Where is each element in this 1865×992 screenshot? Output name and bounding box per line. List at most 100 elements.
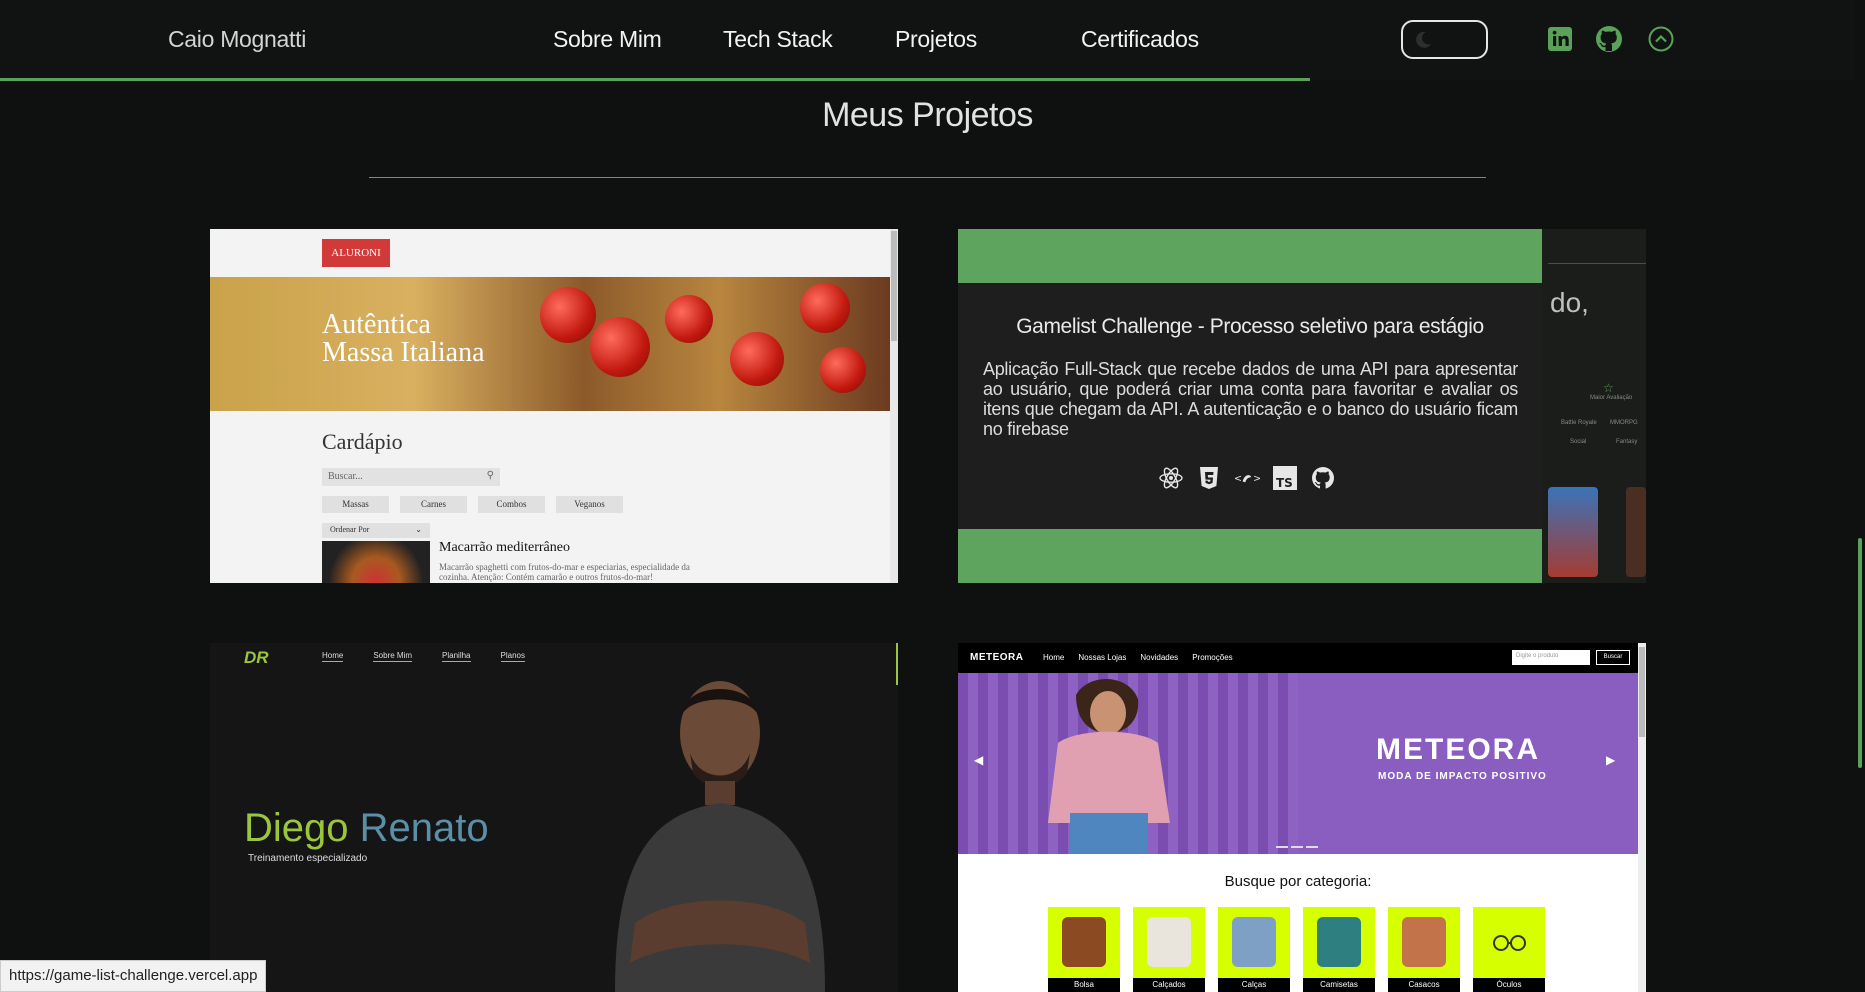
banner-photo xyxy=(958,673,1298,854)
html5-icon xyxy=(1200,467,1218,489)
trainer-first-name: Diego xyxy=(244,806,349,850)
category-label: Óculos xyxy=(1473,978,1545,992)
scroll-progress-bar xyxy=(0,78,1310,81)
preview-tag: MMORPG xyxy=(1610,420,1638,426)
page-scrollbar-thumb[interactable] xyxy=(1858,538,1862,768)
github-icon[interactable] xyxy=(1594,24,1624,54)
nav-link-sobre-mim[interactable]: Sobre Mim xyxy=(553,26,683,53)
trainer-photo xyxy=(615,681,825,992)
arrow-up-circle-icon[interactable] xyxy=(1646,24,1676,54)
preview-banner: METEORA MODA DE IMPACTO POSITIVO ◀ ▶ xyxy=(958,673,1638,854)
preview-tag: Fantasy xyxy=(1616,439,1638,445)
menu-heading: Cardápio xyxy=(322,429,403,454)
preview-search-input: Digite o produto xyxy=(1512,650,1590,665)
linkedin-icon[interactable] xyxy=(1545,24,1575,54)
page-scrollbar[interactable] xyxy=(1855,0,1865,992)
preview-nav: Home Sobre Mim Planilha Planos xyxy=(322,651,555,662)
trainer-name: Diego Renato xyxy=(244,806,489,851)
carousel-next-icon: ▶ xyxy=(1606,753,1616,767)
styled-components-icon: < > xyxy=(1234,473,1260,484)
brand-name[interactable]: Caio Mognatti xyxy=(168,26,306,53)
category-list: Bolsa Calçados Calças Camisetas Casacos … xyxy=(1048,907,1545,992)
order-by-label: Ordenar Por xyxy=(330,525,370,534)
dish-name: Macarrão mediterrâneo xyxy=(439,540,570,555)
theme-toggle[interactable] xyxy=(1401,20,1488,59)
status-bar-url: https://game-list-challenge.vercel.app xyxy=(0,960,267,992)
trainer-tagline: Treinamento especializado xyxy=(248,853,368,864)
category-card: Óculos xyxy=(1473,907,1545,992)
category-card: Bolsa xyxy=(1048,907,1120,992)
banner-subtitle: MODA DE IMPACTO POSITIVO xyxy=(1378,771,1547,782)
preview-tag: Social xyxy=(1570,439,1587,445)
dish-description: Macarrão spaghetti com frutos-do-mar e e… xyxy=(439,562,690,582)
project-card-aluroni[interactable]: ALURONI Autêntica Massa Italiana Cardápi… xyxy=(210,229,898,583)
top-navbar: Caio Mognatti Sobre Mim Tech Stack Proje… xyxy=(0,0,1865,80)
filter-chip: Combos xyxy=(478,496,545,513)
preview-nav-item: Promoções xyxy=(1192,653,1233,662)
category-card: Camisetas xyxy=(1303,907,1375,992)
svg-text:<: < xyxy=(1234,473,1242,484)
category-label: Calçados xyxy=(1133,978,1205,992)
overlay-band-bottom xyxy=(958,529,1542,583)
filter-chip: Massas xyxy=(322,496,389,513)
svg-text:>: > xyxy=(1253,473,1260,484)
dish-image xyxy=(322,541,430,583)
react-icon xyxy=(1159,467,1183,489)
preview-nav-item: Planos xyxy=(500,651,525,662)
preview-scrollbar xyxy=(890,229,898,583)
nav-link-tech-stack[interactable]: Tech Stack xyxy=(723,26,855,53)
hero-title: Autêntica Massa Italiana xyxy=(322,311,485,367)
nav-link-projetos[interactable]: Projetos xyxy=(895,26,1041,53)
category-card: Calçados xyxy=(1133,907,1205,992)
meteora-logo: METEORA xyxy=(970,652,1024,663)
hero-line-2: Massa Italiana xyxy=(322,337,485,368)
preview-game-poster xyxy=(1626,487,1646,577)
star-icon: ☆ xyxy=(1603,381,1614,395)
categories-heading: Busque por categoria: xyxy=(1224,873,1372,890)
preview-nav-item: Home xyxy=(1043,653,1065,662)
preview-scrollbar xyxy=(1638,643,1646,992)
project-title: Gamelist Challenge - Processo seletivo p… xyxy=(1016,315,1484,338)
filter-chip: Veganos xyxy=(556,496,623,513)
search-icon: ⚲ xyxy=(486,470,494,481)
typescript-icon: TS xyxy=(1273,466,1297,490)
carousel-prev-icon: ◀ xyxy=(974,753,984,767)
preview-nav-item: Planilha xyxy=(442,651,471,662)
category-label: Calças xyxy=(1218,978,1290,992)
menu-search-placeholder: Buscar... xyxy=(328,471,363,482)
preview-peek-text: do, xyxy=(1550,287,1589,318)
preview-game-poster xyxy=(1548,487,1598,577)
dr-logo: DR xyxy=(244,648,269,667)
preview-search-button: Buscar xyxy=(1596,650,1630,665)
section-title: Meus Projetos xyxy=(822,96,1033,134)
overlay-band-top xyxy=(958,229,1542,283)
preview-nav-item: Nossas Lojas xyxy=(1078,653,1127,662)
category-label: Bolsa xyxy=(1048,978,1120,992)
project-card-diego-renato[interactable]: DR Home Sobre Mim Planilha Planos Diego … xyxy=(210,643,898,992)
chevron-down-icon: ⌄ xyxy=(415,525,422,534)
project-card-gamelist[interactable]: do, ☆ Maior Avaliação Battle Royale MMOR… xyxy=(958,229,1646,583)
preview-tag: Battle Royale xyxy=(1561,420,1597,426)
category-card: Casacos xyxy=(1388,907,1460,992)
category-label: Casacos xyxy=(1388,978,1460,992)
aluroni-logo: ALURONI xyxy=(322,239,390,267)
moon-icon xyxy=(1416,31,1431,48)
svg-text:TS: TS xyxy=(1276,476,1293,490)
nav-link-certificados[interactable]: Certificados xyxy=(1081,26,1199,53)
filter-chip: Carnes xyxy=(400,496,467,513)
carousel-indicators xyxy=(1276,846,1318,848)
preview-rating-label: Maior Avaliação xyxy=(1590,395,1633,401)
banner-title: METEORA xyxy=(1376,733,1540,766)
tech-icons: < > TS xyxy=(1158,465,1336,491)
project-card-meteora[interactable]: METEORA Home Nossas Lojas Novidades Prom… xyxy=(958,643,1646,992)
category-label: Camisetas xyxy=(1303,978,1375,992)
hero-line-1: Autêntica xyxy=(322,309,431,340)
hero-banner xyxy=(210,277,890,411)
order-by-select: Ordenar Por ⌄ xyxy=(322,523,430,538)
preview-nav-item: Home xyxy=(322,651,344,662)
github-icon xyxy=(1312,467,1334,489)
trainer-last-name: Renato xyxy=(359,806,489,850)
preview-nav-item: Sobre Mim xyxy=(373,651,413,662)
menu-search: Buscar... ⚲ xyxy=(322,468,500,486)
preview-nav: Home Nossas Lojas Novidades Promoções xyxy=(1043,653,1247,662)
